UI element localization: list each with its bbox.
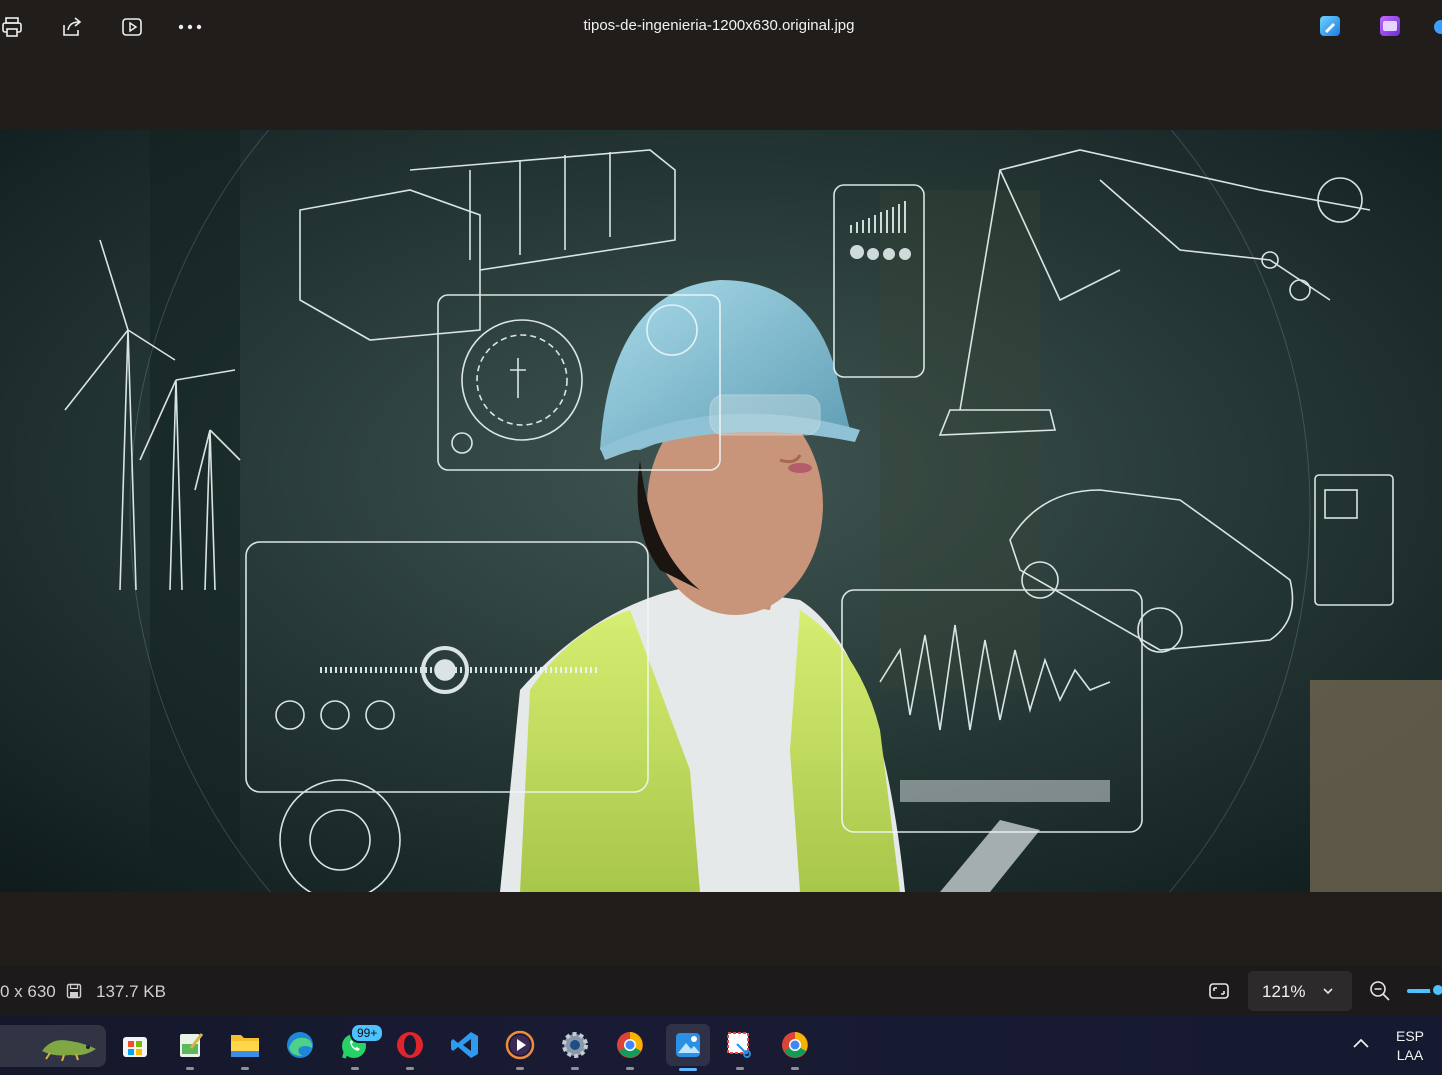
running-indicator — [516, 1067, 524, 1070]
media-player-icon — [505, 1030, 535, 1060]
image-dimensions: 0 x 630 — [0, 982, 56, 1001]
fit-to-window-button[interactable] — [1206, 978, 1232, 1004]
zoom-slider-thumb[interactable] — [1430, 982, 1442, 998]
taskbar-settings[interactable] — [556, 1026, 594, 1070]
running-indicator — [571, 1067, 579, 1070]
settings-icon — [562, 1032, 588, 1058]
keyboard-layout: LAA — [1396, 1047, 1424, 1063]
opera-icon — [397, 1032, 423, 1058]
chrome-icon — [782, 1032, 808, 1058]
edge-icon — [287, 1032, 313, 1058]
running-indicator — [736, 1067, 744, 1070]
zoom-value: 121% — [1262, 982, 1306, 1001]
taskbar-snipping-tool[interactable] — [721, 1026, 759, 1070]
snipping-tool-icon — [727, 1032, 751, 1058]
taskbar-photos[interactable] — [666, 1024, 710, 1071]
edit-with-app-button[interactable] — [1320, 16, 1340, 36]
chevron-up-icon — [1353, 1038, 1369, 1048]
running-indicator — [626, 1067, 634, 1070]
save-icon — [66, 983, 82, 1004]
taskbar-chrome-2[interactable] — [776, 1026, 814, 1070]
taskbar-store[interactable] — [116, 1026, 154, 1064]
active-indicator — [679, 1068, 697, 1071]
clipchamp-video-icon — [1383, 21, 1397, 31]
viewer-toolbar: tipos-de-ingenieria-1200x630.original.jp… — [0, 0, 1442, 130]
zoom-dropdown[interactable]: 121% — [1248, 971, 1352, 1011]
photo-canvas — [0, 130, 1442, 892]
chevron-down-icon — [1323, 988, 1333, 995]
taskbar-chrome[interactable] — [611, 1026, 649, 1070]
widgets-button[interactable] — [0, 1025, 106, 1067]
taskbar-whatsapp[interactable]: 99+ — [336, 1023, 385, 1070]
vscode-icon — [451, 1032, 478, 1058]
file-explorer-icon — [231, 1035, 259, 1057]
notepad-icon — [180, 1033, 204, 1057]
running-indicator — [186, 1067, 194, 1070]
show-hidden-icons-button[interactable] — [1350, 1036, 1372, 1055]
clipchamp-edit-icon — [1325, 23, 1335, 33]
taskbar-file-explorer[interactable] — [226, 1026, 264, 1070]
fit-window-icon — [1209, 983, 1229, 999]
clipchamp-button[interactable] — [1380, 16, 1400, 36]
engineering-photo — [0, 130, 1442, 892]
taskbar-opera[interactable] — [391, 1026, 429, 1070]
zoom-out-icon — [1370, 981, 1390, 1001]
taskbar-notepad[interactable] — [171, 1026, 209, 1070]
lizard-widget-icon — [42, 1040, 96, 1061]
file-title: tipos-de-ingenieria-1200x630.original.jp… — [583, 17, 855, 34]
microsoft-store-icon — [123, 1037, 147, 1057]
zoom-out-button[interactable] — [1368, 979, 1392, 1003]
whatsapp-badge: 99+ — [350, 1023, 385, 1043]
running-indicator — [351, 1067, 359, 1070]
viewer-background — [0, 892, 1442, 966]
taskbar-vscode[interactable] — [446, 1026, 484, 1064]
photos-icon — [676, 1033, 700, 1057]
running-indicator — [406, 1067, 414, 1070]
taskbar: 99+ ESP LAA — [0, 1016, 1442, 1075]
extra-app-icon[interactable] — [1434, 20, 1442, 34]
chrome-icon — [617, 1032, 643, 1058]
taskbar-edge[interactable] — [281, 1026, 319, 1064]
input-language-button[interactable]: ESP LAA — [1392, 1028, 1428, 1063]
running-indicator — [791, 1067, 799, 1070]
language-code: ESP — [1395, 1028, 1424, 1044]
taskbar-media-player[interactable] — [501, 1026, 539, 1070]
running-indicator — [241, 1067, 249, 1070]
file-size: 137.7 KB — [96, 982, 166, 1001]
status-bar: 0 x 630 137.7 KB 121% — [0, 966, 1442, 1016]
